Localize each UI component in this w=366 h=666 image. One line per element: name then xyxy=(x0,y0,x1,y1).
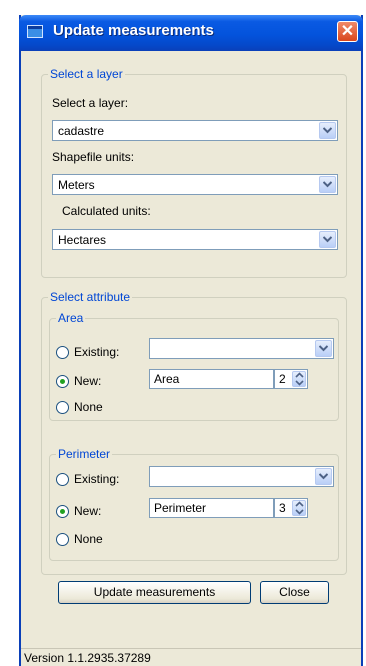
attribute-group: Select attribute Area Existing: New: Are… xyxy=(41,290,347,575)
area-decimals-stepper[interactable]: 2 xyxy=(274,369,308,389)
close-window-button[interactable]: ✕ xyxy=(337,21,358,42)
area-none-label: None xyxy=(74,400,103,414)
perimeter-none-label: None xyxy=(74,532,103,546)
area-new-radio[interactable] xyxy=(56,375,69,388)
layer-select-value: cadastre xyxy=(58,124,105,138)
area-new-field[interactable]: Area xyxy=(149,369,274,389)
attribute-group-legend: Select attribute xyxy=(48,290,133,304)
title-bar[interactable]: Update measurements ✕ xyxy=(19,15,363,51)
close-button[interactable]: Close xyxy=(260,581,329,604)
version-text: Version 1.1.2935.37289 xyxy=(24,651,151,665)
up-down-arrows-icon[interactable] xyxy=(292,371,306,387)
layer-group: Select a layer Select a layer: cadastre … xyxy=(41,67,347,278)
perimeter-new-value: Perimeter xyxy=(154,501,207,515)
calculated-units-label: Calculated units: xyxy=(62,204,151,218)
layer-select[interactable]: cadastre xyxy=(52,120,338,141)
perimeter-existing-select[interactable] xyxy=(149,466,334,487)
perimeter-decimals-value: 3 xyxy=(279,501,286,515)
area-decimals-value: 2 xyxy=(279,372,286,386)
layer-group-legend: Select a layer xyxy=(48,67,125,81)
perimeter-new-label: New: xyxy=(74,504,102,518)
status-bar: Version 1.1.2935.37289 xyxy=(21,648,361,666)
perimeter-new-radio[interactable] xyxy=(56,505,69,518)
area-new-label: New: xyxy=(74,374,102,388)
layer-label: Select a layer: xyxy=(52,96,129,110)
chevron-down-icon[interactable] xyxy=(319,122,336,139)
app-window-icon xyxy=(27,25,43,38)
shapefile-units-select[interactable]: Meters xyxy=(52,174,338,195)
close-x-icon: ✕ xyxy=(340,23,355,40)
area-none-radio[interactable] xyxy=(56,401,69,414)
shapefile-units-value: Meters xyxy=(58,178,95,192)
perimeter-group: Perimeter Existing: New: Perimeter 3 Non… xyxy=(49,447,339,561)
area-group: Area Existing: New: Area 2 None xyxy=(49,311,339,421)
perimeter-new-field[interactable]: Perimeter xyxy=(149,498,274,518)
window-title: Update measurements xyxy=(53,22,214,39)
area-existing-select[interactable] xyxy=(149,338,334,359)
perimeter-group-legend: Perimeter xyxy=(56,447,113,461)
chevron-down-icon[interactable] xyxy=(319,176,336,193)
chevron-down-icon[interactable] xyxy=(319,231,336,248)
calculated-units-select[interactable]: Hectares xyxy=(52,229,338,250)
perimeter-existing-label: Existing: xyxy=(74,472,120,486)
area-existing-label: Existing: xyxy=(74,345,120,359)
area-existing-radio[interactable] xyxy=(56,346,69,359)
perimeter-existing-radio[interactable] xyxy=(56,473,69,486)
perimeter-decimals-stepper[interactable]: 3 xyxy=(274,498,308,518)
update-measurements-button[interactable]: Update measurements xyxy=(58,581,251,604)
chevron-down-icon[interactable] xyxy=(315,340,332,357)
calculated-units-value: Hectares xyxy=(58,233,107,247)
area-new-value: Area xyxy=(154,372,180,386)
perimeter-none-radio[interactable] xyxy=(56,533,69,546)
chevron-down-icon[interactable] xyxy=(315,468,332,485)
up-down-arrows-icon[interactable] xyxy=(292,500,306,516)
area-group-legend: Area xyxy=(56,311,86,325)
shapefile-units-label: Shapefile units: xyxy=(52,150,135,164)
